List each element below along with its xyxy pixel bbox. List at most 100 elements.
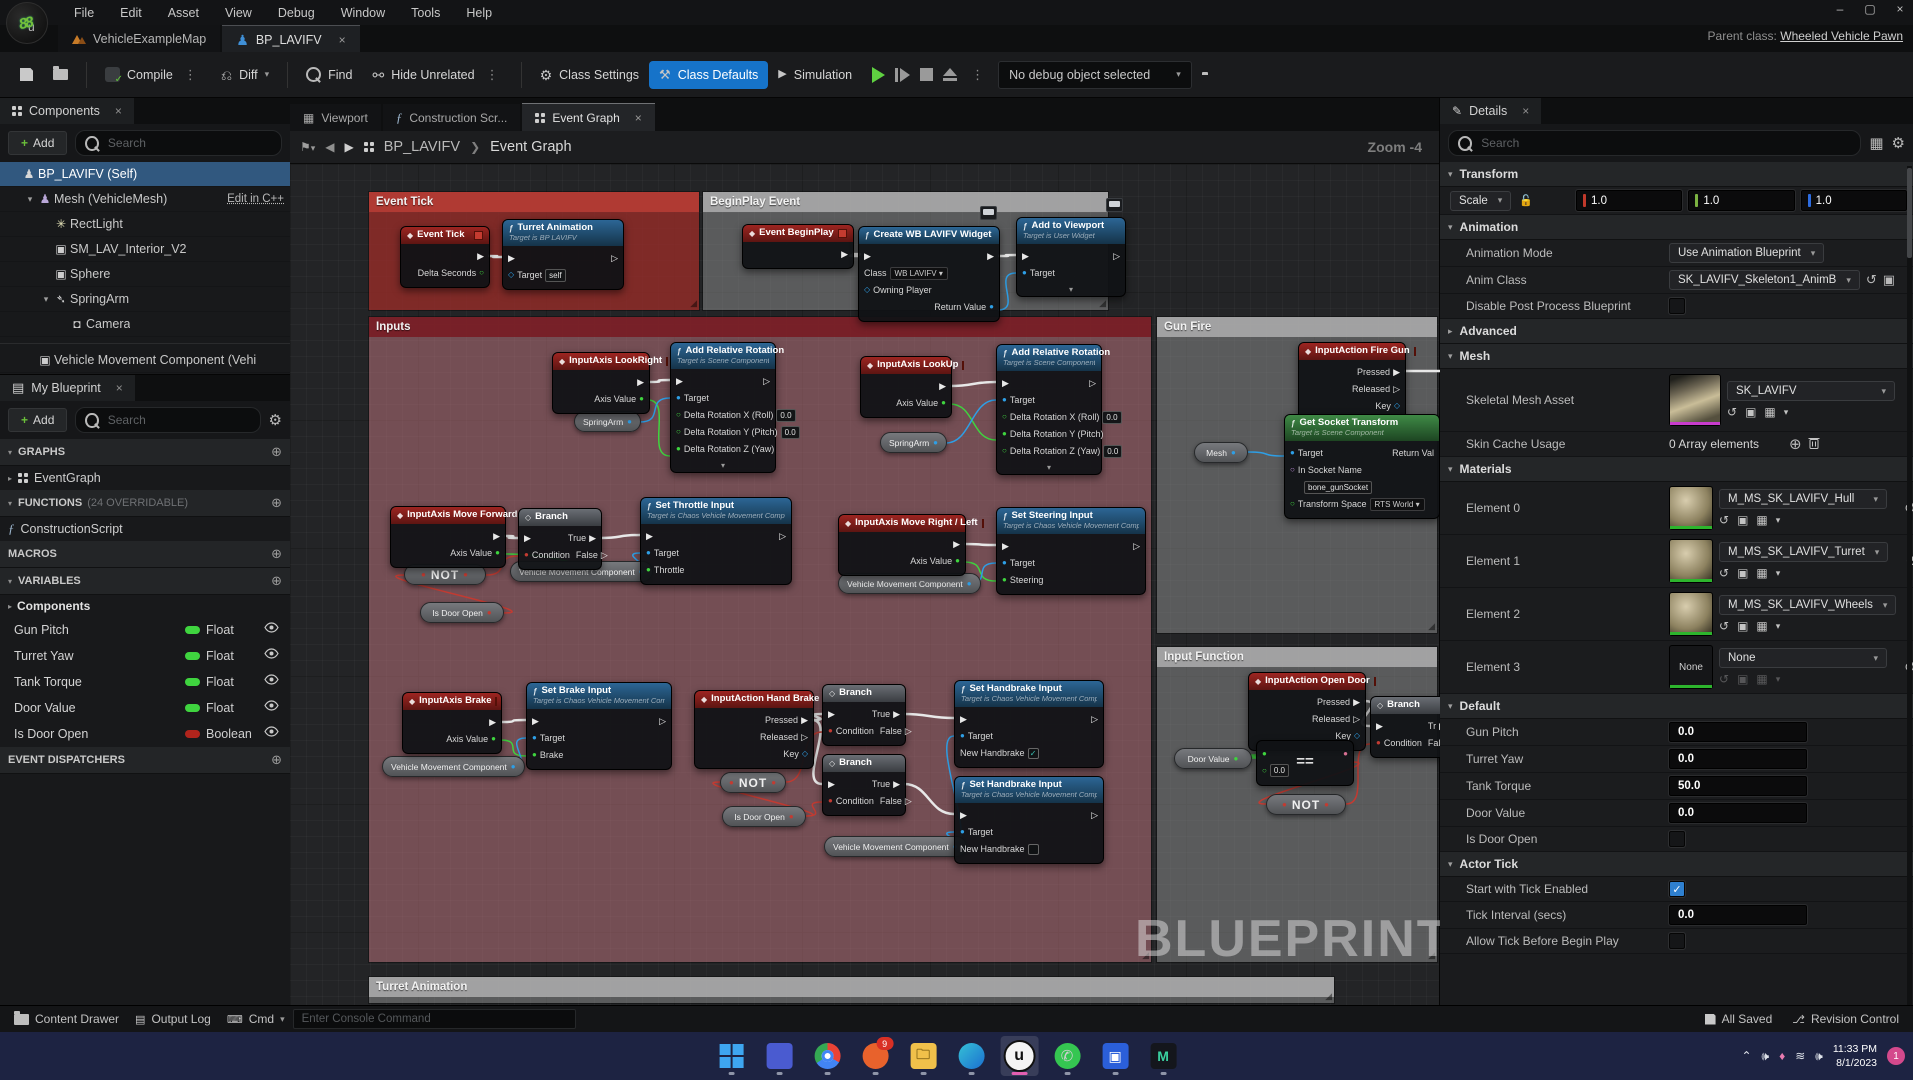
browse-icon[interactable]: ▣ (1745, 405, 1756, 419)
component-tree-item-camera[interactable]: ◘Camera (0, 312, 290, 337)
kebab-menu-icon[interactable]: ⋮ (180, 67, 201, 83)
output-pin[interactable]: ▷ (1091, 811, 1098, 820)
taskbar-app-edge[interactable] (952, 1036, 990, 1076)
taskbar-clock[interactable]: 11:33 PM 8/1/2023 (1833, 1042, 1877, 1070)
blueprint-item-eventgraph[interactable]: ▸EventGraph (0, 466, 290, 490)
output-pin[interactable]: ▷ (1091, 715, 1098, 724)
graph-node-add-relative-rotation[interactable]: ƒAdd Relative RotationTarget is Scene Co… (996, 344, 1102, 475)
component-tree-item-bp-lavifv-self[interactable]: ♟BP_LAVIFV (Self) (0, 162, 290, 187)
graph-tab-event-graph[interactable]: Event Graph× (522, 103, 654, 131)
input-pin[interactable]: ○ (1002, 447, 1007, 455)
gear-icon[interactable]: ⚙ (269, 411, 282, 429)
eye-icon[interactable] (264, 622, 280, 638)
section-header-graphs[interactable]: ▾GRAPHS⊕ (0, 439, 290, 466)
variable-pill-not[interactable]: ●NOT● (720, 772, 786, 793)
input-pin[interactable]: ○ (676, 411, 681, 419)
lock-icon[interactable]: 🔓 (1519, 194, 1533, 207)
pin-value-input[interactable]: 0.0 (1103, 445, 1122, 458)
output-pin[interactable]: ▶ (953, 540, 960, 549)
close-icon[interactable]: × (116, 381, 123, 395)
variable-pill-vehicle-movement-component[interactable]: Vehicle Movement Component● (838, 573, 981, 594)
nav-forward-icon[interactable]: ▶ (345, 140, 354, 154)
output-pin[interactable]: ▷ (1133, 542, 1140, 551)
tray-chevron-icon[interactable]: ⌃ (1741, 1049, 1751, 1063)
compile-button[interactable]: Compile⋮ (95, 60, 211, 90)
browse-icon[interactable]: ▣ (1737, 672, 1748, 686)
number-field-tick-interval-secs[interactable]: 0.0 (1669, 905, 1807, 925)
browse-icon[interactable]: ▣ (1737, 566, 1748, 580)
details-section-default[interactable]: ▾Default (1440, 694, 1913, 719)
menu-item-asset[interactable]: Asset (156, 2, 211, 24)
component-tree-item-springarm[interactable]: ▾➴SpringArm (0, 287, 290, 312)
node-header[interactable]: ◆InputAction Open Door (1249, 673, 1365, 690)
graph-node-inputaxis-brake[interactable]: ◆InputAxis Brake▶Axis Value● (402, 692, 502, 754)
graph-node-set-brake-input[interactable]: ƒSet Brake InputTarget is Chaos Vehicle … (526, 682, 672, 770)
dropdown-element-3[interactable]: None▾ (1719, 648, 1887, 668)
pin-value-input[interactable]: 0.0 (781, 426, 800, 439)
event-graph-canvas[interactable]: BLUEPRINT Event Tick◢BeginPlay Event◢Inp… (290, 164, 1440, 1005)
output-pin[interactable]: ● (495, 549, 500, 557)
add-icon[interactable]: ⊕ (271, 495, 282, 511)
taskbar-app-browser[interactable]: 9 (856, 1036, 894, 1076)
dropdown-element-1[interactable]: M_MS_SK_LAVIFV_Turret▾ (1719, 542, 1888, 562)
chevron-down-icon[interactable]: ▾ (1784, 407, 1789, 418)
input-pin[interactable]: ▶ (960, 715, 967, 724)
menu-item-file[interactable]: File (62, 2, 106, 24)
gear-icon[interactable]: ⚙ (1892, 134, 1905, 152)
component-tree-item-mesh-vehiclemesh[interactable]: ▾♟Mesh (VehicleMesh)Edit in C++ (0, 187, 290, 212)
output-pin[interactable]: ▶ (939, 382, 946, 391)
input-pin[interactable]: ● (646, 566, 651, 574)
comment-resize-handle[interactable]: ◢ (1099, 298, 1106, 309)
output-pin[interactable]: ▶ (801, 716, 808, 725)
node-header[interactable]: ƒSet Handbrake InputTarget is Chaos Vehi… (955, 681, 1103, 707)
minimize-button[interactable]: – (1833, 2, 1847, 16)
input-pin[interactable]: ○ (1290, 500, 1295, 508)
stop-button[interactable] (920, 68, 933, 81)
output-pin[interactable]: ▶ (489, 718, 496, 727)
input-pin[interactable]: ▶ (532, 717, 539, 726)
variable-row-turret-yaw[interactable]: Turret YawFloat (0, 643, 290, 669)
comment-header[interactable]: Event Tick (369, 192, 699, 212)
output-pin[interactable]: ▶ (987, 252, 994, 261)
maximize-button[interactable]: ▢ (1863, 2, 1877, 16)
nav-back-icon[interactable]: ◀ (325, 140, 334, 154)
node-header[interactable]: ƒAdd Relative RotationTarget is Scene Co… (671, 343, 775, 369)
taskbar-app-obs[interactable]: ▣ (1096, 1036, 1134, 1076)
input-pin[interactable]: ▶ (646, 532, 653, 541)
expand-arrow-icon[interactable]: ▾ (40, 294, 52, 305)
expand-arrow-icon[interactable]: ▸ (8, 602, 12, 611)
output-pin[interactable]: ● (789, 812, 794, 821)
component-tree-item-vehicle-movement-component-vehi[interactable]: ▣Vehicle Movement Component (Vehi (0, 348, 290, 373)
input-pin[interactable]: ▶ (508, 254, 515, 263)
output-pin[interactable]: ● (967, 579, 972, 588)
output-pin[interactable]: ▶ (493, 532, 500, 541)
output-pin[interactable]: ● (1324, 800, 1330, 809)
node-header[interactable]: ƒAdd to ViewportTarget is User Widget (1017, 218, 1125, 244)
graph-node-branch[interactable]: ◇Branch▶True▶●ConditionFalse▷ (822, 754, 906, 816)
trash-icon[interactable] (1808, 436, 1820, 452)
expand-arrow-icon[interactable]: ▾ (24, 194, 36, 205)
details-search[interactable] (1448, 130, 1861, 156)
menu-item-help[interactable]: Help (454, 2, 504, 24)
variable-pill-is-door-open[interactable]: Is Door Open● (420, 602, 504, 623)
output-pin[interactable]: ▷ (779, 532, 786, 541)
menu-item-tools[interactable]: Tools (399, 2, 452, 24)
output-pin[interactable]: ▷ (1393, 385, 1400, 394)
comment-resize-handle[interactable]: ◢ (1325, 991, 1332, 1002)
dropdown-element-2[interactable]: M_MS_SK_LAVIFV_Wheels▾ (1719, 595, 1896, 615)
display-filter-icon[interactable]: ▦ (1869, 134, 1883, 152)
output-pin[interactable]: ▷ (1089, 379, 1096, 388)
browse-icon[interactable]: ▣ (1883, 272, 1895, 288)
variable-pill-vehicle-movement-component[interactable]: Vehicle Movement Component● (382, 756, 525, 777)
asset-thumbnail[interactable] (1669, 539, 1713, 583)
node-header[interactable]: ◆InputAxis LookUp (861, 357, 951, 374)
variable-pill-mesh[interactable]: Mesh● (1194, 442, 1248, 463)
output-pin[interactable]: ● (639, 395, 644, 403)
hide-unrelated-button[interactable]: ⚯Hide Unrelated⋮ (362, 60, 512, 90)
output-pin[interactable]: ▶ (1439, 722, 1440, 731)
input-pin[interactable]: ▶ (864, 252, 871, 261)
input-pin[interactable]: ● (532, 751, 537, 759)
use-selected-icon[interactable]: ↺ (1727, 405, 1737, 419)
node-header[interactable]: ƒSet Steering InputTarget is Chaos Vehic… (997, 508, 1145, 534)
browse-icon[interactable]: ▣ (1737, 513, 1748, 527)
